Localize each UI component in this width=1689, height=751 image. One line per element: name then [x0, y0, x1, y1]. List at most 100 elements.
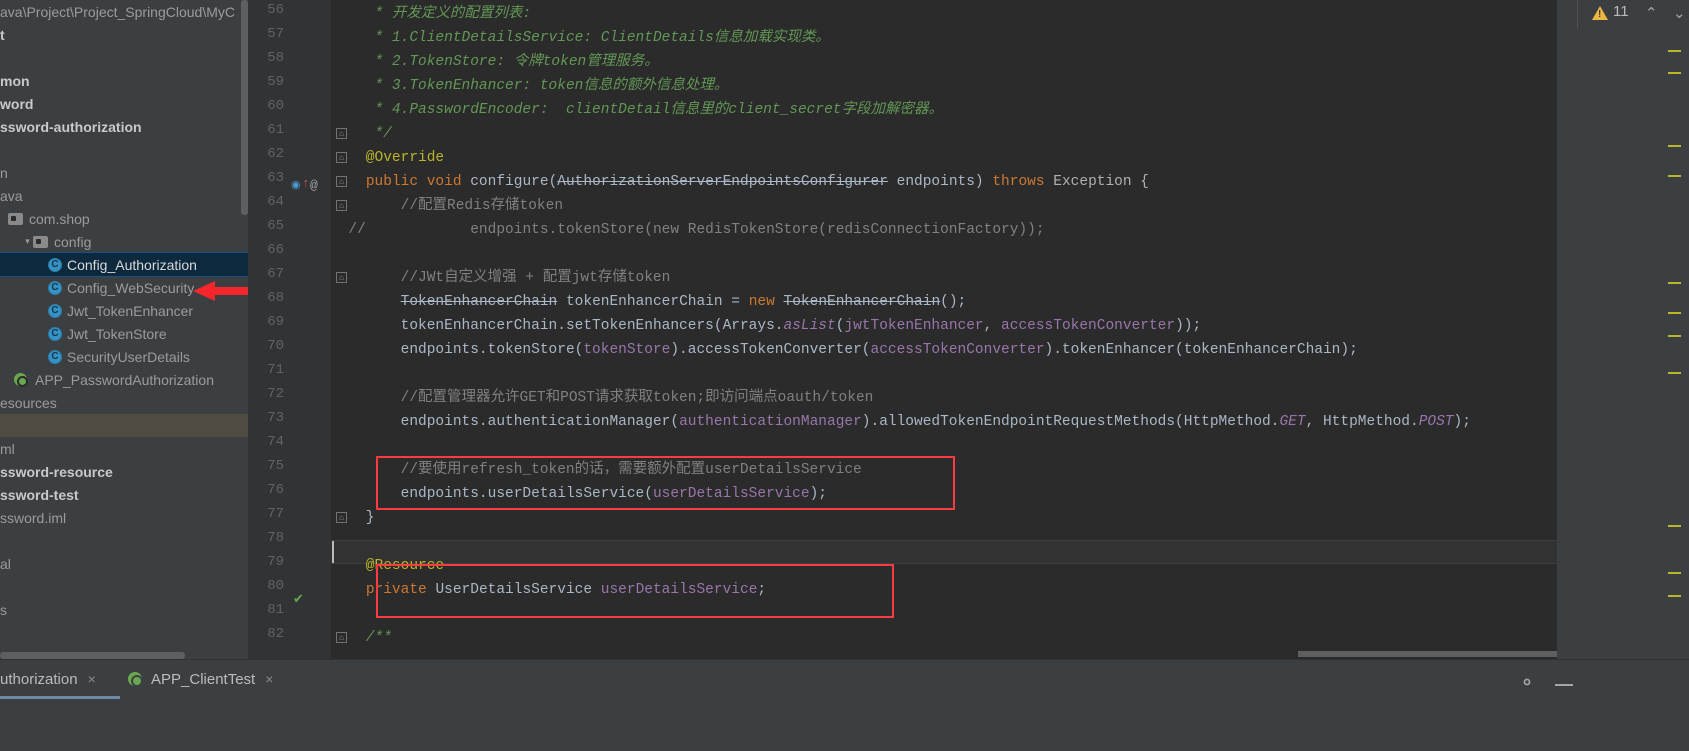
code-token: endpoints.tokenStore( — [331, 342, 584, 358]
tree-item[interactable]: Jwt_TokenStore — [0, 322, 248, 345]
code-token: endpoints.userDetailsService( — [331, 486, 653, 502]
tree-item[interactable]: ssword-resource — [0, 460, 248, 483]
tree-item[interactable]: ssword-test — [0, 483, 248, 506]
line-number: 57 — [267, 26, 284, 42]
previous-problem-icon[interactable]: ⌃ — [1645, 4, 1658, 22]
tree-item[interactable]: n — [0, 161, 248, 184]
code-token: @Resource — [331, 558, 445, 574]
spring-bean-marker[interactable]: ✔ — [293, 592, 304, 607]
tree-item-label: n — [0, 164, 8, 181]
stripe-marker[interactable] — [1668, 72, 1681, 74]
stripe-marker[interactable] — [1668, 335, 1681, 337]
stripe-marker[interactable] — [1668, 145, 1681, 147]
package-folder-icon — [8, 212, 23, 225]
code-token: ).accessTokenConverter( — [670, 342, 871, 358]
gear-icon[interactable] — [1517, 672, 1537, 692]
tree-item[interactable]: ssword-authorization — [0, 115, 248, 138]
tree-item[interactable]: ssword.iml — [0, 506, 248, 529]
code-line: //要使用refresh_token的话，需要额外配置userDetailsSe… — [331, 458, 862, 482]
tree-item[interactable]: APP_PasswordAuthorization — [0, 368, 248, 391]
tree-item[interactable]: t — [0, 23, 248, 46]
tree-item[interactable] — [0, 529, 248, 552]
code-line: endpoints.authenticationManager(authenti… — [331, 410, 1471, 434]
tree-item[interactable]: com.shop — [0, 207, 248, 230]
tree-item[interactable]: al — [0, 552, 248, 575]
editor-tab[interactable]: APP_ClientTest × — [128, 664, 273, 694]
stripe-marker[interactable] — [1668, 312, 1681, 314]
tree-item[interactable]: esources — [0, 391, 248, 414]
stripe-marker[interactable] — [1668, 525, 1681, 527]
override-arrow-marker[interactable]: ↑ — [302, 176, 310, 191]
chevron-down-icon[interactable]: ▾ — [22, 236, 33, 247]
stripe-marker[interactable] — [1668, 282, 1681, 284]
line-number: 70 — [267, 338, 284, 354]
tree-item[interactable]: ml — [0, 437, 248, 460]
tree-item[interactable]: mon — [0, 69, 248, 92]
sidebar-vertical-scrollbar[interactable] — [241, 0, 248, 215]
editor-gutter[interactable]: 56 57 58 59 60 61 62 63 64 65 66 67 68 69 70 71 72 73 74 75… — [248, 0, 331, 659]
line-number: 65 — [267, 218, 284, 234]
next-problem-icon[interactable]: ⌄ — [1673, 4, 1686, 22]
java-class-icon — [48, 303, 62, 318]
line-number: 75 — [267, 458, 284, 474]
code-token: /** — [331, 630, 392, 646]
code-token: authenticationManager — [679, 414, 862, 430]
code-line: TokenEnhancerChain tokenEnhancerChain = … — [331, 290, 967, 314]
close-icon[interactable]: × — [88, 671, 96, 687]
tree-item[interactable] — [0, 414, 248, 437]
code-token: ); — [1453, 414, 1471, 430]
line-number: 68 — [267, 290, 284, 306]
code-token: userDetailsService — [600, 582, 758, 598]
code-token: tokenStore — [583, 342, 671, 358]
project-tree-panel[interactable]: ava\Project\Project_SpringCloud\MyC t mon… — [0, 0, 248, 659]
line-number: 63 — [267, 170, 284, 186]
tree-item-label: Config_WebSecurity — [67, 279, 195, 296]
code-line: endpoints.userDetailsService(userDetails… — [331, 482, 827, 506]
editor-tab[interactable]: uthorization × — [0, 664, 120, 699]
code-line: * 1.ClientDetailsService: ClientDetails信… — [331, 26, 830, 50]
stripe-marker[interactable] — [1668, 572, 1681, 574]
code-text[interactable]: * 开发定义的配置列表: * 1.ClientDetailsService: C… — [331, 0, 1689, 659]
tree-item[interactable]: word — [0, 92, 248, 115]
line-number: 67 — [267, 266, 284, 282]
stripe-marker[interactable] — [1668, 50, 1681, 52]
line-number: 77 — [267, 506, 284, 522]
tree-item-label: Config_Authorization — [67, 256, 197, 273]
code-token: POST — [1418, 414, 1454, 430]
inspection-widget[interactable]: 11 ⌃ ⌄ — [1583, 0, 1689, 28]
code-token: UserDetailsService — [435, 582, 601, 598]
code-token: , — [983, 318, 1002, 334]
code-token: new — [748, 294, 784, 310]
tree-item[interactable] — [0, 138, 248, 161]
code-editor[interactable]: 56 57 58 59 60 61 62 63 64 65 66 67 68 69 70 71 72 73 74 75… — [248, 0, 1689, 659]
java-class-icon — [48, 257, 62, 272]
sidebar-horizontal-scrollbar[interactable] — [0, 652, 185, 659]
code-token: TokenEnhancerChain — [400, 294, 558, 310]
minimize-icon[interactable] — [1555, 684, 1573, 686]
code-line: private UserDetailsService userDetailsSe… — [331, 578, 766, 602]
code-token: AuthorizationServerEndpointsConfigurer — [557, 174, 888, 190]
editor-tab-bar[interactable]: uthorization × APP_ClientTest × — [0, 659, 1689, 751]
code-line: */ — [331, 122, 392, 146]
tree-item[interactable]: ava — [0, 184, 248, 207]
code-line: //配置Redis存储token — [331, 194, 563, 218]
tree-item[interactable] — [0, 46, 248, 69]
stripe-marker[interactable] — [1668, 175, 1681, 177]
code-token: accessTokenConverter — [870, 342, 1045, 358]
tree-item[interactable]: s — [0, 598, 248, 621]
code-token: GET — [1279, 414, 1306, 430]
stripe-marker[interactable] — [1668, 595, 1681, 597]
override-method-marker[interactable]: ◉ — [291, 178, 301, 192]
tree-item[interactable]: ▾ config — [0, 230, 248, 253]
code-token: ).allowedTokenEndpointRequestMethods(Htt… — [861, 414, 1280, 430]
tree-item-label: esources — [0, 394, 57, 411]
tree-item[interactable]: SecurityUserDetails — [0, 345, 248, 368]
tree-item[interactable] — [0, 575, 248, 598]
close-icon[interactable]: × — [265, 671, 273, 687]
tree-item[interactable]: Config_Authorization — [0, 252, 248, 277]
error-stripe-marker-lane[interactable] — [1668, 30, 1681, 659]
tree-item-label: APP_PasswordAuthorization — [35, 371, 214, 388]
stripe-marker[interactable] — [1668, 372, 1681, 374]
editor-tab-label: uthorization — [0, 670, 78, 688]
annotation-gutter-marker[interactable]: @ — [310, 178, 318, 193]
